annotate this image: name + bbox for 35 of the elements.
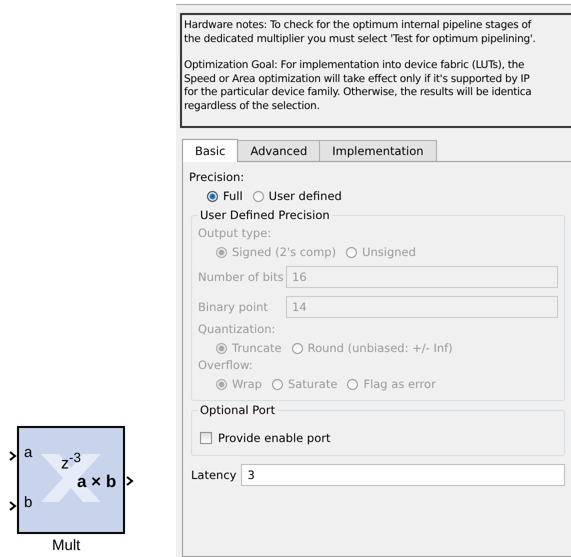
input-port-icon [9, 501, 17, 511]
input-port-icon [9, 451, 17, 461]
tab[interactable]: Implementation [319, 140, 437, 161]
output-port-icon [126, 476, 134, 486]
radio-option[interactable]: Full [207, 189, 243, 203]
notes-text: Optimization Goal: For implementation into device fabric (LUTs), the [184, 59, 526, 72]
logo-drawing [41, 454, 101, 502]
overflow-label: Overflow: [198, 358, 254, 372]
notes-text: regardless of the selection. [184, 100, 321, 113]
tab[interactable]: Advanced [237, 140, 320, 161]
field-label: Number of bits [198, 270, 285, 284]
group-title: User Defined Precision [199, 208, 331, 222]
port-label: a [24, 444, 32, 461]
notes-text: for the particular device family. Otherwise, the results will be identica [184, 86, 532, 100]
output-type-label: Output type: [198, 226, 272, 240]
radio-option[interactable]: User defined [252, 189, 342, 203]
group-title: Optional Port [199, 403, 276, 417]
checkbox-option[interactable]: Provide enable port [198, 421, 558, 449]
notes-text: the dedicated multiplier you must select 'Test for optimum pipelining'. [184, 32, 537, 46]
radio-icon[interactable] [252, 190, 264, 202]
precision-label: Precision: [189, 170, 246, 184]
operation-label: a × b [77, 472, 116, 492]
multiplier-block[interactable]: a b z$^{-3}$ a × b [17, 426, 125, 534]
latency-label: Latency [191, 468, 236, 482]
input-field[interactable]: 3 [241, 464, 565, 486]
checkbox[interactable] [200, 432, 212, 444]
port-label: b [24, 494, 32, 511]
notes-text: Hardware notes: To check for the optimum internal pipeline stages of [184, 19, 532, 32]
quantization-label: Quantization: [198, 322, 276, 336]
radio-icon[interactable] [207, 190, 218, 202]
delay-label: z$^{-3}$ [61, 450, 81, 474]
notes-text: Speed or Area optimization will take effect only if it's supported by IP [184, 72, 530, 86]
tab[interactable]: Basic [182, 139, 238, 162]
field-label: Binary point [198, 300, 269, 314]
block-label: Mult [52, 537, 80, 554]
